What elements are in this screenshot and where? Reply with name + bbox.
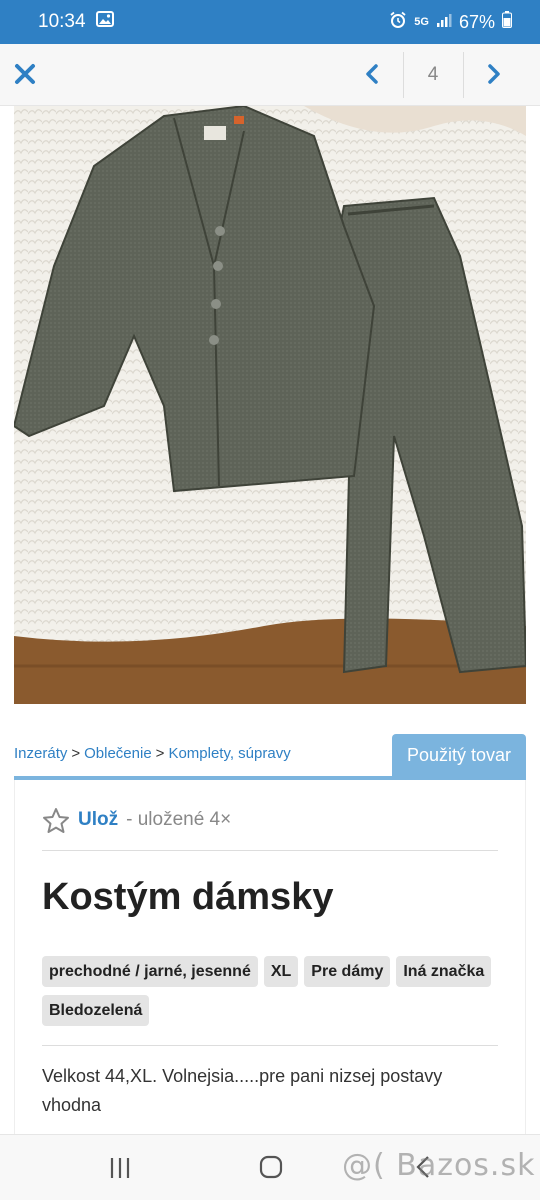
chevron-right-icon [488,64,500,84]
divider [463,52,464,98]
chevron-left-icon [366,64,378,84]
breadcrumb-link-oblecenie[interactable]: Oblečenie [84,745,152,762]
recent-apps-button[interactable] [104,1155,136,1181]
tag-list: prechodné / jarné, jesenné XL Pre dámy I… [42,956,512,1026]
alarm-icon [389,11,407,34]
breadcrumb-link-komplety[interactable]: Komplety, súpravy [168,745,290,762]
battery-percent: 67% [458,11,495,32]
divider [42,1045,498,1046]
listing-title: Kostým dámsky [42,876,334,918]
save-row: Ulož - uložené 4× [42,804,231,836]
listing-photo[interactable] [14,106,526,704]
status-time: 10:34 [38,11,86,32]
status-bar: 10:34 5G 67% [0,0,540,44]
home-icon [259,1155,283,1179]
star-icon[interactable] [42,807,70,834]
top-nav-bar: 4 [0,44,540,106]
previous-button[interactable] [352,52,392,96]
condition-badge: Použitý tovar [392,734,526,776]
page-number: 4 [427,64,439,85]
tag-brand: Iná značka [396,956,492,987]
home-button[interactable] [258,1154,284,1180]
battery-icon [502,11,512,33]
network-5g-icon: 5G [414,15,429,28]
next-button[interactable] [474,52,514,96]
divider [42,850,498,851]
suit-photo-illustration [14,106,526,704]
save-button[interactable]: Ulož [78,809,118,831]
breadcrumb-separator: > [155,745,165,762]
network-label: 5G [414,15,429,28]
tag-season: prechodné / jarné, jesenné [42,956,258,987]
save-count: - uložené 4× [126,809,232,830]
signal-icon [436,12,452,33]
close-button[interactable] [10,56,40,92]
gallery-icon [95,11,114,33]
breadcrumb: Inzeráty > Oblečenie > Komplety, súpravy [14,745,291,762]
bazos-watermark: @( Bazos.sk [342,1148,536,1183]
listing-description: Velkost 44,XL. Volnejsia.....pre pani ni… [42,1066,443,1115]
tag-gender: Pre dámy [304,956,391,987]
close-icon [15,64,35,84]
tag-color: Bledozelená [42,995,150,1026]
recent-apps-icon [110,1158,130,1178]
tag-size: XL [263,956,299,987]
breadcrumb-separator: > [71,745,81,762]
breadcrumb-link-inzeraty[interactable]: Inzeráty [14,745,67,762]
